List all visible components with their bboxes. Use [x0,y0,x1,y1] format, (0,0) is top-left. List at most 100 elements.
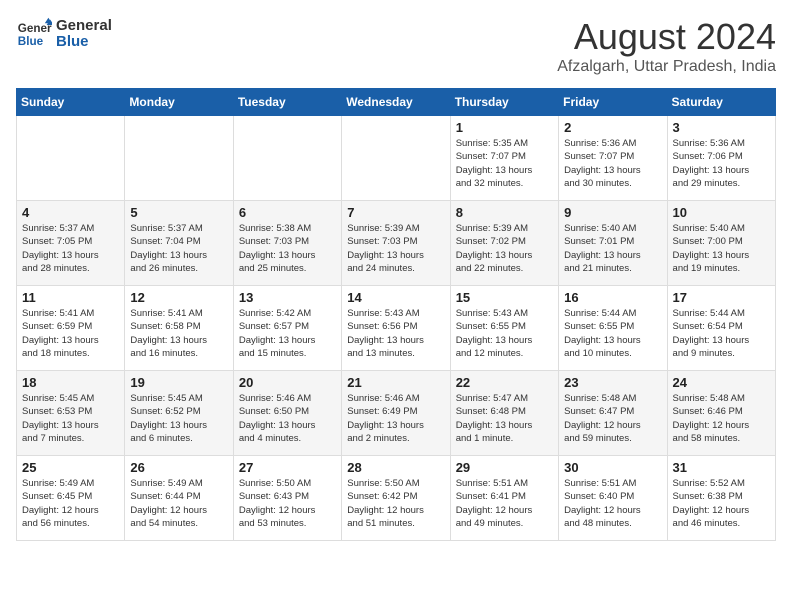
cell-week3-day4: 14 Sunrise: 5:43 AM Sunset: 6:56 PM Dayli… [342,286,450,371]
day-info: Sunrise: 5:40 AM Sunset: 7:00 PM Dayligh… [673,222,770,275]
cell-week5-day6: 30Sunrise: 5:51 AM Sunset: 6:40 PM Dayli… [559,456,667,541]
day-header-row: Sunday Monday Tuesday Wednesday Thursday… [17,89,776,116]
cell-week1-day1 [17,116,125,201]
day-number: 21 [347,375,444,390]
day-info: Sunrise: 5:36 AM Sunset: 7:07 PM Dayligh… [564,137,661,190]
cell-week4-day4: 21 Sunrise: 5:46 AM Sunset: 6:49 PM Dayli… [342,371,450,456]
cell-week1-day4 [342,116,450,201]
day-number: 13 [239,290,336,305]
cell-week4-day3: 20 Sunrise: 5:46 AM Sunset: 6:50 PM Dayli… [233,371,341,456]
cell-week1-day3 [233,116,341,201]
cell-week3-day1: 11 Sunrise: 5:41 AM Sunset: 6:59 PM Dayli… [17,286,125,371]
day-info: Sunrise: 5:46 AM Sunset: 6:49 PM Dayligh… [347,392,444,445]
day-info: Sunrise: 5:38 AM Sunset: 7:03 PM Dayligh… [239,222,336,275]
day-info: Sunrise: 5:43 AM Sunset: 6:55 PM Dayligh… [456,307,553,360]
day-info: Sunrise: 5:47 AM Sunset: 6:48 PM Dayligh… [456,392,553,445]
header-thursday: Thursday [450,89,558,116]
month-year-title: August 2024 [557,16,776,58]
day-info: Sunrise: 5:45 AM Sunset: 6:53 PM Dayligh… [22,392,119,445]
week-row-2: 4 Sunrise: 5:37 AM Sunset: 7:05 PM Daylig… [17,201,776,286]
logo-icon: General Blue [16,16,52,52]
week-row-3: 11 Sunrise: 5:41 AM Sunset: 6:59 PM Dayli… [17,286,776,371]
day-info: Sunrise: 5:48 AM Sunset: 6:47 PM Dayligh… [564,392,661,445]
cell-week5-day5: 29 Sunrise: 5:51 AM Sunset: 6:41 PM Dayli… [450,456,558,541]
cell-week5-day7: 31 Sunrise: 5:52 AM Sunset: 6:38 PM Dayli… [667,456,775,541]
day-info: Sunrise: 5:51 AM Sunset: 6:41 PM Dayligh… [456,477,553,530]
cell-week3-day2: 12Sunrise: 5:41 AM Sunset: 6:58 PM Dayli… [125,286,233,371]
day-number: 20 [239,375,336,390]
day-number: 29 [456,460,553,475]
day-info: Sunrise: 5:40 AM Sunset: 7:01 PM Dayligh… [564,222,661,275]
cell-week5-day2: 26 Sunrise: 5:49 AM Sunset: 6:44 PM Dayli… [125,456,233,541]
cell-week2-day6: 9 Sunrise: 5:40 AM Sunset: 7:01 PM Daylig… [559,201,667,286]
day-info: Sunrise: 5:44 AM Sunset: 6:55 PM Dayligh… [564,307,661,360]
day-number: 17 [673,290,770,305]
day-info: Sunrise: 5:45 AM Sunset: 6:52 PM Dayligh… [130,392,227,445]
cell-week1-day2 [125,116,233,201]
day-number: 4 [22,205,119,220]
day-number: 9 [564,205,661,220]
day-info: Sunrise: 5:49 AM Sunset: 6:45 PM Dayligh… [22,477,119,530]
day-number: 11 [22,290,119,305]
day-info: Sunrise: 5:42 AM Sunset: 6:57 PM Dayligh… [239,307,336,360]
cell-week4-day2: 19 Sunrise: 5:45 AM Sunset: 6:52 PM Dayli… [125,371,233,456]
cell-week1-day6: 2Sunrise: 5:36 AM Sunset: 7:07 PM Daylig… [559,116,667,201]
cell-week2-day1: 4 Sunrise: 5:37 AM Sunset: 7:05 PM Daylig… [17,201,125,286]
cell-week2-day4: 7Sunrise: 5:39 AM Sunset: 7:03 PM Daylig… [342,201,450,286]
day-info: Sunrise: 5:37 AM Sunset: 7:05 PM Dayligh… [22,222,119,275]
header-friday: Friday [559,89,667,116]
day-number: 19 [130,375,227,390]
day-number: 30 [564,460,661,475]
cell-week4-day6: 23 Sunrise: 5:48 AM Sunset: 6:47 PM Dayli… [559,371,667,456]
page-header: General Blue General Blue August 2024 Af… [16,16,776,76]
cell-week4-day5: 22Sunrise: 5:47 AM Sunset: 6:48 PM Dayli… [450,371,558,456]
week-row-1: 1 Sunrise: 5:35 AM Sunset: 7:07 PM Daylig… [17,116,776,201]
cell-week3-day3: 13 Sunrise: 5:42 AM Sunset: 6:57 PM Dayli… [233,286,341,371]
cell-week1-day7: 3Sunrise: 5:36 AM Sunset: 7:06 PM Daylig… [667,116,775,201]
day-info: Sunrise: 5:43 AM Sunset: 6:56 PM Dayligh… [347,307,444,360]
day-number: 10 [673,205,770,220]
cell-week4-day7: 24Sunrise: 5:48 AM Sunset: 6:46 PM Dayli… [667,371,775,456]
cell-week2-day3: 6Sunrise: 5:38 AM Sunset: 7:03 PM Daylig… [233,201,341,286]
day-info: Sunrise: 5:37 AM Sunset: 7:04 PM Dayligh… [130,222,227,275]
location-title: Afzalgarh, Uttar Pradesh, India [557,58,776,76]
day-info: Sunrise: 5:49 AM Sunset: 6:44 PM Dayligh… [130,477,227,530]
day-number: 14 [347,290,444,305]
day-info: Sunrise: 5:41 AM Sunset: 6:59 PM Dayligh… [22,307,119,360]
day-number: 31 [673,460,770,475]
cell-week2-day7: 10 Sunrise: 5:40 AM Sunset: 7:00 PM Dayli… [667,201,775,286]
day-number: 3 [673,120,770,135]
week-row-5: 25 Sunrise: 5:49 AM Sunset: 6:45 PM Dayli… [17,456,776,541]
day-number: 23 [564,375,661,390]
day-number: 25 [22,460,119,475]
day-number: 26 [130,460,227,475]
header-tuesday: Tuesday [233,89,341,116]
day-info: Sunrise: 5:52 AM Sunset: 6:38 PM Dayligh… [673,477,770,530]
day-info: Sunrise: 5:50 AM Sunset: 6:43 PM Dayligh… [239,477,336,530]
week-row-4: 18 Sunrise: 5:45 AM Sunset: 6:53 PM Dayli… [17,371,776,456]
cell-week3-day7: 17Sunrise: 5:44 AM Sunset: 6:54 PM Dayli… [667,286,775,371]
day-number: 18 [22,375,119,390]
day-info: Sunrise: 5:35 AM Sunset: 7:07 PM Dayligh… [456,137,553,190]
cell-week5-day3: 27Sunrise: 5:50 AM Sunset: 6:43 PM Dayli… [233,456,341,541]
day-info: Sunrise: 5:48 AM Sunset: 6:46 PM Dayligh… [673,392,770,445]
day-info: Sunrise: 5:41 AM Sunset: 6:58 PM Dayligh… [130,307,227,360]
svg-text:General: General [18,22,52,35]
cell-week3-day5: 15Sunrise: 5:43 AM Sunset: 6:55 PM Dayli… [450,286,558,371]
day-number: 16 [564,290,661,305]
header-wednesday: Wednesday [342,89,450,116]
day-info: Sunrise: 5:46 AM Sunset: 6:50 PM Dayligh… [239,392,336,445]
day-number: 28 [347,460,444,475]
header-saturday: Saturday [667,89,775,116]
cell-week5-day1: 25 Sunrise: 5:49 AM Sunset: 6:45 PM Dayli… [17,456,125,541]
day-number: 5 [130,205,227,220]
cell-week5-day4: 28 Sunrise: 5:50 AM Sunset: 6:42 PM Dayli… [342,456,450,541]
logo-blue: Blue [56,34,112,51]
cell-week2-day5: 8Sunrise: 5:39 AM Sunset: 7:02 PM Daylig… [450,201,558,286]
day-number: 1 [456,120,553,135]
cell-week4-day1: 18 Sunrise: 5:45 AM Sunset: 6:53 PM Dayli… [17,371,125,456]
cell-week1-day5: 1 Sunrise: 5:35 AM Sunset: 7:07 PM Daylig… [450,116,558,201]
day-info: Sunrise: 5:50 AM Sunset: 6:42 PM Dayligh… [347,477,444,530]
calendar-table: Sunday Monday Tuesday Wednesday Thursday… [16,88,776,541]
day-number: 7 [347,205,444,220]
